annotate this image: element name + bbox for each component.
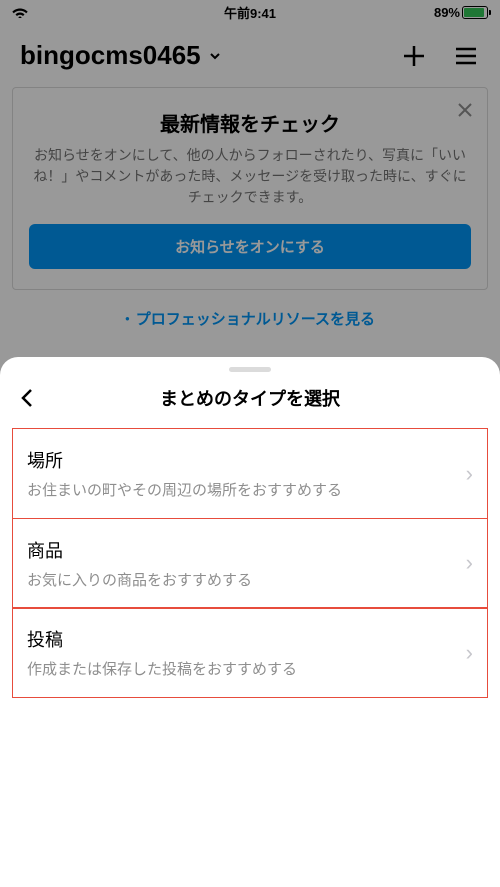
chevron-right-icon: ›	[466, 640, 473, 666]
option-title: 場所	[27, 447, 466, 473]
option-description: お気に入りの商品をおすすめする	[27, 569, 466, 590]
option-post[interactable]: 投稿 作成または保存した投稿をおすすめする ›	[12, 607, 488, 698]
sheet-title: まとめのタイプを選択	[160, 385, 340, 411]
option-place[interactable]: 場所 お住まいの町やその周辺の場所をおすすめする ›	[12, 428, 488, 519]
option-product[interactable]: 商品 お気に入りの商品をおすすめする ›	[12, 518, 488, 609]
option-title: 商品	[27, 537, 466, 563]
back-icon[interactable]	[16, 386, 40, 410]
chevron-right-icon: ›	[466, 550, 473, 576]
bottom-sheet: まとめのタイプを選択 場所 お住まいの町やその周辺の場所をおすすめする › 商品…	[0, 357, 500, 887]
option-description: 作成または保存した投稿をおすすめする	[27, 658, 466, 679]
option-title: 投稿	[27, 626, 466, 652]
option-description: お住まいの町やその周辺の場所をおすすめする	[27, 479, 466, 500]
chevron-right-icon: ›	[466, 461, 473, 487]
